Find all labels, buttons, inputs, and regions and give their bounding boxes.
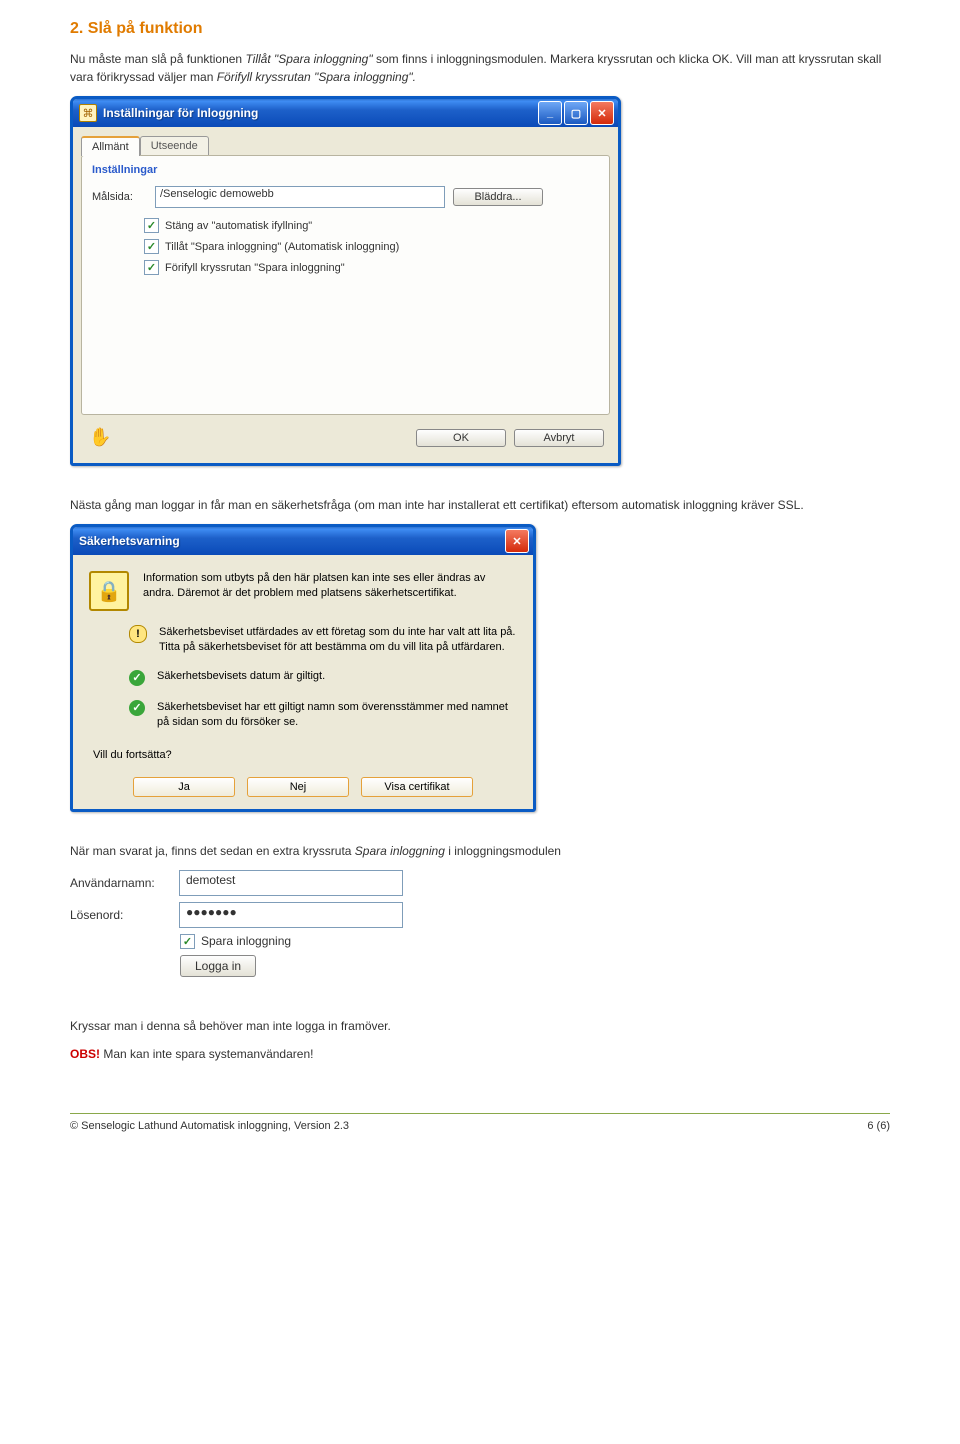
para3-b: Spara inloggning (355, 844, 445, 858)
settings-body: Allmänt Utseende Inställningar Målsida: … (73, 127, 618, 463)
check-prefill[interactable]: ✓ Förifyll kryssrutan "Spara inloggning" (144, 260, 599, 275)
dialog-buttons: ✋ OK Avbryt (81, 415, 610, 455)
page-content: 2. Slå på funktion Nu måste man slå på f… (0, 0, 960, 1152)
login-form: Användarnamn: demotest Lösenord: ●●●●●●●… (70, 870, 430, 977)
intro-paragraph: Nu måste man slå på funktionen Tillåt "S… (70, 50, 890, 86)
login-button[interactable]: Logga in (180, 955, 256, 977)
check-icon: ✓ (129, 700, 145, 716)
remember-row[interactable]: ✓ Spara inloggning (180, 934, 430, 949)
check-label: Tillåt "Spara inloggning" (Automatisk in… (165, 241, 399, 253)
footer-right: 6 (6) (867, 1120, 890, 1132)
malsida-label: Målsida: (92, 191, 147, 203)
ok-button[interactable]: OK (416, 429, 506, 447)
close-button[interactable]: ✕ (590, 101, 614, 125)
security-titlebar: Säkerhetsvarning ✕ (73, 527, 533, 555)
paragraph-4: Kryssar man i denna så behöver man inte … (70, 1017, 890, 1035)
settings-title: Inställningar för Inloggning (103, 106, 536, 120)
checkbox-icon: ✓ (180, 934, 195, 949)
intro-em-1: Tillåt "Spara inloggning" (245, 52, 372, 66)
lock-warning-icon: 🔒 (89, 571, 129, 611)
security-text-3: Säkerhetsbeviset har ett giltigt namn so… (157, 700, 517, 731)
security-buttons: Ja Nej Visa certifikat (89, 777, 517, 797)
no-button[interactable]: Nej (247, 777, 349, 797)
show-cert-button[interactable]: Visa certifikat (361, 777, 473, 797)
security-question: Vill du fortsätta? (93, 749, 517, 761)
username-row: Användarnamn: demotest (70, 870, 430, 896)
settings-groupbox: Inställningar Målsida: /Senselogic demow… (81, 155, 610, 415)
security-item-2: ✓ Säkerhetsbevisets datum är giltigt. (129, 670, 517, 686)
remember-label: Spara inloggning (201, 934, 291, 948)
para3-c: i inloggningsmodulen (448, 844, 561, 858)
password-row: Lösenord: ●●●●●●● (70, 902, 430, 928)
tab-utseende[interactable]: Utseende (140, 136, 209, 156)
obs-text: Man kan inte spara systemanvändaren! (103, 1047, 313, 1061)
check-autofill[interactable]: ✓ Stäng av "automatisk ifyllning" (144, 218, 599, 233)
tab-allmant[interactable]: Allmänt (81, 136, 140, 156)
check-icon: ✓ (129, 670, 145, 686)
check-label: Stäng av "automatisk ifyllning" (165, 220, 312, 232)
section-heading: 2. Slå på funktion (70, 20, 890, 38)
security-body: 🔒 Information som utbyts på den här plat… (73, 555, 533, 809)
check-allow-save[interactable]: ✓ Tillåt "Spara inloggning" (Automatisk … (144, 239, 599, 254)
paragraph-3: När man svarat ja, finns det sedan en ex… (70, 842, 890, 860)
settings-titlebar: ⌘ Inställningar för Inloggning _ ▢ ✕ (73, 99, 618, 127)
security-item-1: ! Säkerhetsbeviset utfärdades av ett för… (129, 625, 517, 656)
security-item-3: ✓ Säkerhetsbeviset har ett giltigt namn … (129, 700, 517, 731)
obs-label: OBS! (70, 1047, 100, 1061)
paragraph-2: Nästa gång man loggar in får man en säke… (70, 496, 890, 514)
malsida-row: Målsida: /Senselogic demowebb Bläddra... (92, 186, 599, 208)
security-dialog: Säkerhetsvarning ✕ 🔒 Information som utb… (70, 524, 536, 812)
password-label: Lösenord: (70, 908, 175, 922)
settings-dialog: ⌘ Inställningar för Inloggning _ ▢ ✕ All… (70, 96, 621, 466)
tab-strip: Allmänt Utseende (81, 135, 610, 155)
minimize-button[interactable]: _ (538, 101, 562, 125)
intro-em-2: Förifyll kryssrutan "Spara inloggning". (217, 70, 416, 84)
group-title: Inställningar (92, 164, 599, 176)
username-input[interactable]: demotest (179, 870, 403, 896)
page-footer: © Senselogic Lathund Automatisk inloggni… (70, 1113, 890, 1132)
close-button[interactable]: ✕ (505, 529, 529, 553)
security-title: Säkerhetsvarning (79, 534, 503, 548)
obs-paragraph: OBS! Man kan inte spara systemanvändaren… (70, 1045, 890, 1063)
malsida-input[interactable]: /Senselogic demowebb (155, 186, 445, 208)
hand-icon: ✋ (89, 427, 111, 449)
username-label: Användarnamn: (70, 876, 175, 890)
browse-button[interactable]: Bläddra... (453, 188, 543, 206)
checkbox-icon: ✓ (144, 218, 159, 233)
maximize-button[interactable]: ▢ (564, 101, 588, 125)
security-intro: 🔒 Information som utbyts på den här plat… (89, 571, 517, 611)
footer-left: © Senselogic Lathund Automatisk inloggni… (70, 1120, 349, 1132)
cancel-button[interactable]: Avbryt (514, 429, 604, 447)
warning-icon: ! (129, 625, 147, 643)
para3-a: När man svarat ja, finns det sedan en ex… (70, 844, 355, 858)
check-label: Förifyll kryssrutan "Spara inloggning" (165, 262, 345, 274)
yes-button[interactable]: Ja (133, 777, 235, 797)
intro-text-1: Nu måste man slå på funktionen (70, 52, 245, 66)
checkbox-icon: ✓ (144, 260, 159, 275)
security-text-2: Säkerhetsbevisets datum är giltigt. (157, 670, 325, 686)
password-input[interactable]: ●●●●●●● (179, 902, 403, 928)
app-icon: ⌘ (79, 104, 97, 122)
security-msg-1: Information som utbyts på den här platse… (143, 571, 517, 611)
checkbox-icon: ✓ (144, 239, 159, 254)
security-text-1: Säkerhetsbeviset utfärdades av ett föret… (159, 625, 517, 656)
